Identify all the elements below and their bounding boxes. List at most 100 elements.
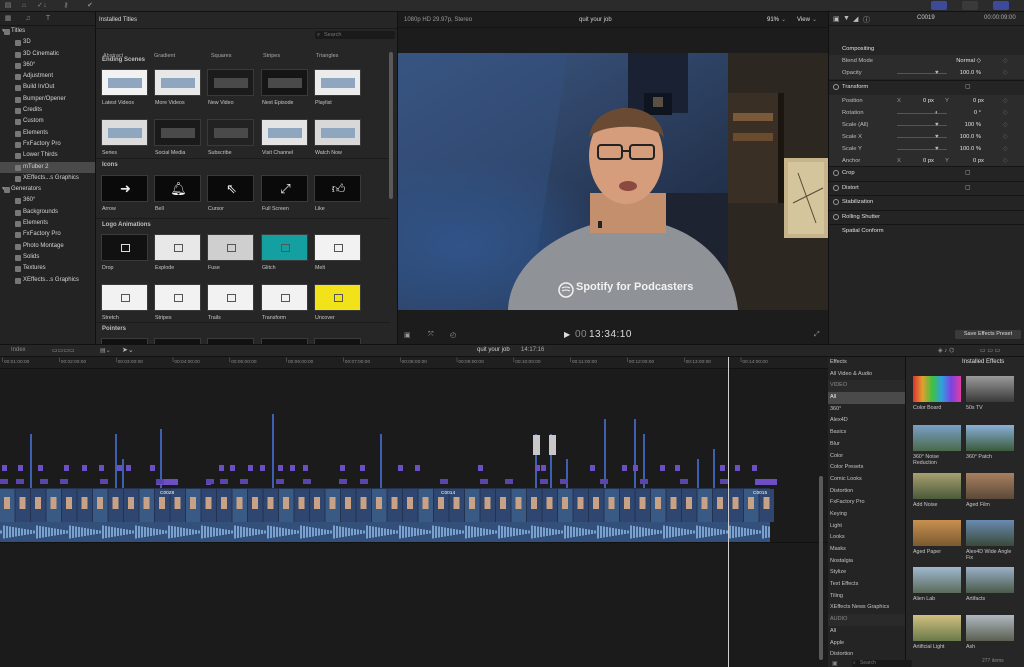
effects-category[interactable]: Looks — [828, 532, 905, 544]
keyframe-icon[interactable]: ◇ — [1003, 67, 1008, 79]
select-tool-icon[interactable]: ➤⌄ — [122, 346, 134, 354]
layout-timeline-button[interactable] — [962, 1, 978, 10]
inspector-value[interactable]: 0 ° — [974, 107, 981, 119]
library-item[interactable]: 360° — [0, 60, 95, 71]
param-slider[interactable] — [897, 136, 947, 138]
effect-thumbnail[interactable] — [966, 520, 1014, 546]
effects-category[interactable]: Nostalgia — [828, 556, 905, 568]
done-icon[interactable]: ✔ — [86, 2, 94, 10]
effects-category[interactable]: XEffects News Graphics — [828, 602, 905, 614]
inspector-row[interactable]: Spatial Conform — [829, 225, 1024, 237]
param-slider[interactable] — [897, 72, 947, 74]
title-thumbnail[interactable] — [154, 119, 201, 146]
effect-thumbnail[interactable] — [966, 473, 1014, 499]
timeline[interactable]: C0028 C0014 C0015 — [0, 369, 828, 667]
library-item[interactable]: Photo Montage — [0, 241, 95, 252]
layout-inspector-button[interactable] — [993, 1, 1009, 10]
zoom-slider-icon[interactable]: ▭ ▭ ▭ — [980, 347, 1000, 354]
inspector-row[interactable]: Scale Y ♥ 100.0 % ◇ — [829, 143, 1024, 155]
edit-menu-icon[interactable]: ▤⌄ — [100, 347, 111, 354]
library-item[interactable]: 360° — [0, 195, 95, 206]
playhead[interactable] — [728, 357, 729, 667]
title-thumbnail[interactable] — [261, 119, 308, 146]
effects-category[interactable]: Distortion — [828, 486, 905, 498]
title-thumbnail[interactable] — [154, 69, 201, 96]
effects-category[interactable]: All — [828, 626, 905, 638]
inspector-row[interactable]: Transform ▢ — [829, 81, 1024, 93]
library-item[interactable]: Credits — [0, 105, 95, 116]
view-menu[interactable]: View — [797, 12, 810, 28]
info-icon[interactable]: ⓘ — [863, 15, 870, 25]
inspector-row[interactable]: Blend Mode Normal ◇ ◇ — [829, 55, 1024, 67]
inspector-value[interactable]: 100 % — [965, 119, 981, 131]
library-item[interactable]: Elements — [0, 128, 95, 139]
library-item[interactable]: Lower Thirds — [0, 150, 95, 161]
speed-icon[interactable]: ◴ — [450, 331, 456, 339]
effects-category[interactable]: Alex4D — [828, 415, 905, 427]
onscreen-control-icon[interactable]: ▢ — [965, 167, 971, 179]
photos-icon[interactable]: ▦ — [4, 15, 12, 23]
keyframe-icon[interactable]: ◇ — [1003, 143, 1008, 155]
title-thumbnail[interactable] — [101, 284, 148, 311]
library-item[interactable]: FxFactory Pro — [0, 229, 95, 240]
slider-knob-icon[interactable]: ♥ — [935, 131, 939, 143]
library-item[interactable]: Bumper/Opener — [0, 94, 95, 105]
title-thumbnail[interactable]: ⤢ — [261, 175, 308, 202]
inspector-value[interactable]: Normal ◇ — [956, 55, 981, 67]
titles-icon[interactable]: T — [44, 15, 52, 23]
slider-knob-icon[interactable]: ◐ — [935, 107, 939, 119]
effects-category[interactable]: Blur — [828, 439, 905, 451]
import-icon[interactable]: ▤ — [4, 2, 12, 10]
video-inspector-icon[interactable]: ▣ — [833, 15, 840, 23]
title-thumbnail[interactable] — [261, 284, 308, 311]
title-thumbnail[interactable] — [207, 119, 254, 146]
enable-checkbox[interactable] — [833, 199, 839, 205]
slider-knob-icon[interactable]: ♥ — [935, 119, 939, 131]
library-item[interactable]: Custom — [0, 116, 95, 127]
title-thumbnail[interactable] — [314, 69, 361, 96]
effects-category[interactable]: FxFactory Pro — [828, 497, 905, 509]
effect-thumbnail[interactable] — [913, 520, 961, 546]
inspector-value[interactable]: 100.0 % — [960, 67, 981, 79]
library-item[interactable]: FxFactory Pro — [0, 139, 95, 150]
inspector-row[interactable]: Crop ▢ — [829, 167, 1024, 179]
effects-category[interactable]: All Video & Audio — [828, 369, 905, 381]
effects-category[interactable]: Masks — [828, 544, 905, 556]
keyframe-icon[interactable]: ◇ — [1003, 119, 1008, 131]
y-value[interactable]: 0 px — [973, 95, 984, 107]
effects-sidebar-toggle[interactable]: ▣ — [832, 660, 842, 667]
library-item[interactable]: ▼Generators — [0, 184, 95, 195]
library-item[interactable]: Adjustment — [0, 71, 95, 82]
title-thumbnail[interactable] — [314, 119, 361, 146]
effect-thumbnail[interactable] — [913, 376, 961, 402]
inspector-value[interactable]: 100.0 % — [960, 131, 981, 143]
effects-category[interactable]: Comic Looks — [828, 474, 905, 486]
inspector-row[interactable]: Position X 0 px Y 0 px ◇ — [829, 95, 1024, 107]
inspector-row[interactable]: Scale (All) ♥ 100 % ◇ — [829, 119, 1024, 131]
title-thumbnail[interactable]: 👍︎ — [314, 175, 361, 202]
enable-checkbox[interactable] — [833, 170, 839, 176]
keyframe-icon[interactable]: ◇ — [1003, 55, 1008, 67]
library-item[interactable]: Elements — [0, 218, 95, 229]
title-thumbnail[interactable] — [314, 234, 361, 261]
enable-checkbox[interactable] — [833, 185, 839, 191]
browser-scrollbar[interactable] — [389, 52, 393, 199]
effects-category[interactable]: All — [828, 392, 905, 404]
audio-inspector-icon[interactable]: ◢ — [853, 15, 858, 23]
library-item[interactable]: XEffects...s Graphics — [0, 173, 95, 184]
title-thumbnail[interactable] — [154, 284, 201, 311]
keyframe-icon[interactable]: ◇ — [1003, 107, 1008, 119]
library-item[interactable]: 3D Cinematic — [0, 49, 95, 60]
title-thumbnail[interactable] — [207, 234, 254, 261]
effects-category[interactable]: Keying — [828, 509, 905, 521]
effect-thumbnail[interactable] — [913, 473, 961, 499]
title-thumbnail[interactable]: ⇖ — [207, 175, 254, 202]
library-item[interactable]: XEffects...s Graphics — [0, 275, 95, 286]
effect-thumbnail[interactable] — [966, 425, 1014, 451]
effects-category[interactable]: Color Presets — [828, 462, 905, 474]
effects-category[interactable]: Color — [828, 451, 905, 463]
timeline-ruler[interactable]: 00:01:00:00 00:02:00:00 00:03:00:00 00:04:0… — [0, 357, 828, 369]
effects-category[interactable]: 360° — [828, 404, 905, 416]
transform-tool-icon[interactable]: ⤧ — [428, 331, 434, 339]
inspector-value[interactable]: 100.0 % — [960, 143, 981, 155]
